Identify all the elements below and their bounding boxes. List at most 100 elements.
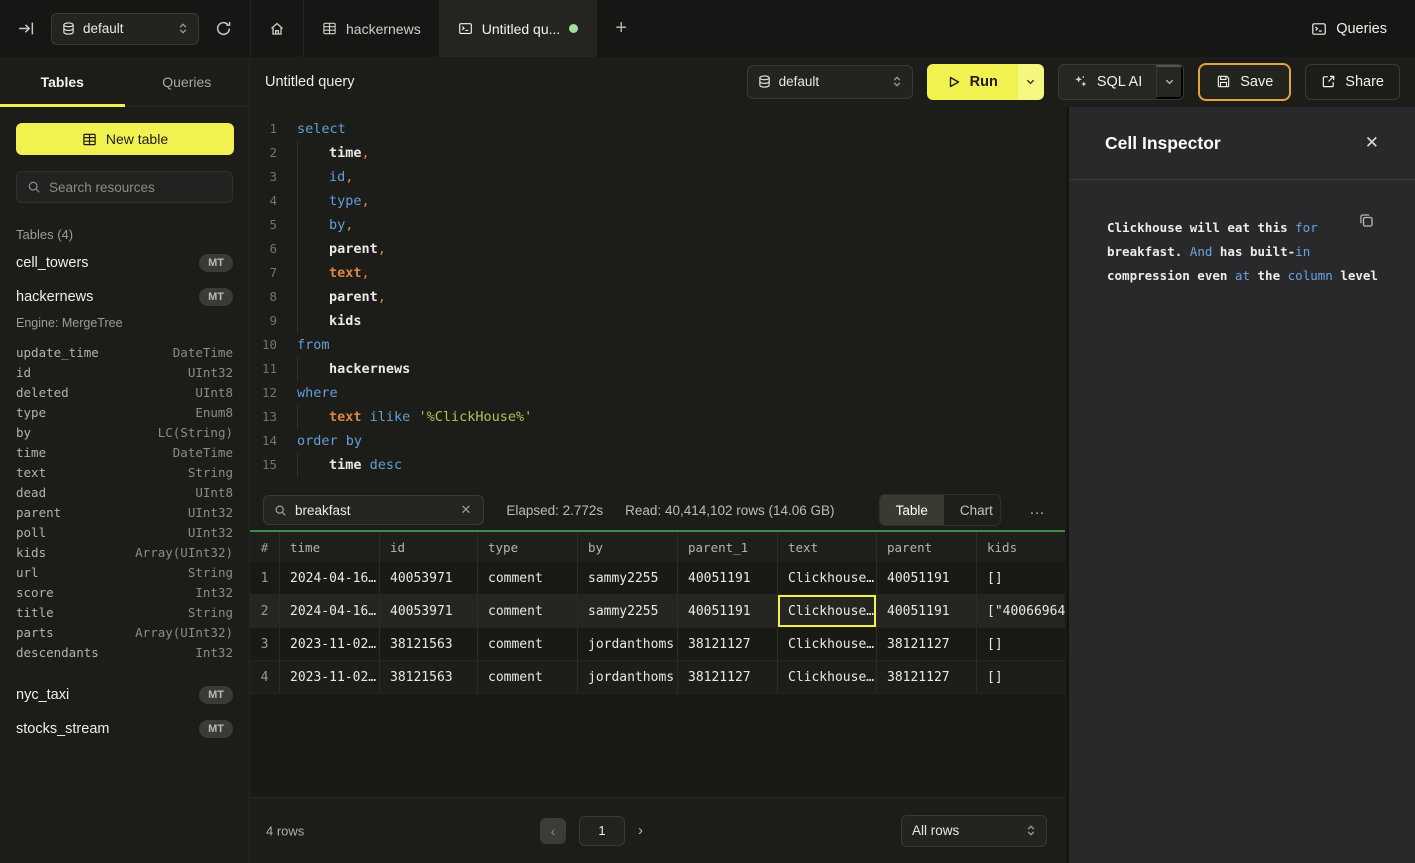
queries-label: Queries xyxy=(1336,21,1387,37)
table-cell[interactable]: 38121563 xyxy=(380,628,478,661)
table-cell[interactable]: jordanthoms xyxy=(578,628,678,661)
results-table-body: 12024-04-16…40053971commentsammy22554005… xyxy=(250,562,1065,694)
table-cell[interactable]: comment xyxy=(478,628,578,661)
topbar: default hackernews xyxy=(0,0,1415,57)
table-cell[interactable]: [] xyxy=(977,628,1065,661)
new-table-label: New table xyxy=(106,131,168,147)
share-label: Share xyxy=(1345,74,1384,90)
read-stat: Read: 40,414,102 rows (14.06 GB) xyxy=(625,503,834,518)
table-cell[interactable]: comment xyxy=(478,595,578,628)
close-icon[interactable]: ✕ xyxy=(1365,133,1379,153)
schema-column-row: urlString xyxy=(0,562,249,582)
column-header-parent[interactable]: parent xyxy=(877,532,977,562)
refresh-icon[interactable] xyxy=(211,16,236,41)
editor-line: 8parent, xyxy=(250,285,1065,309)
more-options-icon[interactable]: … xyxy=(1023,499,1052,521)
editor-line: 7text, xyxy=(250,261,1065,285)
table-name: nyc_taxi xyxy=(16,687,199,703)
table-cell[interactable]: [] xyxy=(977,661,1065,694)
new-table-button[interactable]: New table xyxy=(16,123,234,155)
sidebar-search xyxy=(16,171,233,203)
save-button[interactable]: Save xyxy=(1198,63,1291,101)
view-tab-table[interactable]: Table xyxy=(880,495,944,525)
table-cell[interactable]: 40053971 xyxy=(380,595,478,628)
sql-ai-label: SQL AI xyxy=(1097,74,1142,90)
sidebar-tab-queries[interactable]: Queries xyxy=(125,57,250,106)
share-button[interactable]: Share xyxy=(1305,64,1400,100)
column-header-type[interactable]: type xyxy=(478,532,578,562)
editor-line: 12where xyxy=(250,381,1065,405)
run-label: Run xyxy=(970,74,998,90)
table-cell[interactable]: Clickhouse… xyxy=(778,628,877,661)
results-search-input[interactable] xyxy=(295,503,450,518)
run-button[interactable]: Run xyxy=(927,64,1018,100)
table-cell[interactable]: 2023-11-02… xyxy=(280,628,380,661)
sidebar-item-nyc-taxi[interactable]: nyc_taxi MT xyxy=(0,678,249,712)
next-page-button[interactable]: › xyxy=(638,822,643,839)
table-cell[interactable]: comment xyxy=(478,562,578,595)
column-header-time[interactable]: time xyxy=(280,532,380,562)
table-cell[interactable]: 40051191 xyxy=(678,562,778,595)
unsaved-dot-icon xyxy=(569,24,578,33)
table-grid-icon xyxy=(82,132,97,147)
run-options-button[interactable] xyxy=(1018,64,1044,100)
page-size-selector[interactable]: All rows xyxy=(901,815,1047,847)
table-cell[interactable]: sammy2255 xyxy=(578,595,678,628)
table-cell[interactable]: 40051191 xyxy=(877,562,977,595)
table-cell[interactable]: 40053971 xyxy=(380,562,478,595)
table-cell[interactable]: 38121127 xyxy=(877,628,977,661)
column-header-num[interactable]: # xyxy=(250,532,280,562)
column-header-by[interactable]: by xyxy=(578,532,678,562)
sidebar-item-cell-towers[interactable]: cell_towers MT xyxy=(0,246,249,280)
table-cell[interactable]: Clickhouse… xyxy=(778,562,877,595)
new-tab-button[interactable]: + xyxy=(597,0,645,57)
table-cell[interactable]: sammy2255 xyxy=(578,562,678,595)
sidebar-item-hackernews[interactable]: hackernews MT xyxy=(0,280,249,314)
table-cell[interactable]: 2024-04-16… xyxy=(280,595,380,628)
page-number-input[interactable] xyxy=(579,816,625,846)
table-name: stocks_stream xyxy=(16,721,199,737)
clear-search-icon[interactable]: ✕ xyxy=(458,502,473,518)
table-cell[interactable]: comment xyxy=(478,661,578,694)
queries-button[interactable]: Queries xyxy=(1283,0,1415,57)
column-header-kids[interactable]: kids xyxy=(977,532,1065,562)
view-tab-chart[interactable]: Chart xyxy=(944,495,1001,525)
main-area: 1select2time,3id,4type,5by,6parent,7text… xyxy=(250,107,1065,863)
table-cell[interactable]: 38121127 xyxy=(678,661,778,694)
table-cell[interactable]: [] xyxy=(977,562,1065,595)
table-cell[interactable]: ["40066964… xyxy=(977,595,1065,628)
database-icon xyxy=(758,75,771,89)
table-row: 22024-04-16…40053971commentsammy22554005… xyxy=(250,595,1065,628)
column-header-id[interactable]: id xyxy=(380,532,478,562)
column-header-text[interactable]: text xyxy=(778,532,877,562)
table-cell[interactable]: 38121563 xyxy=(380,661,478,694)
schema-column-row: parentUInt32 xyxy=(0,502,249,522)
toolbar-database-selector[interactable]: default xyxy=(747,65,913,99)
table-cell[interactable]: 38121127 xyxy=(877,661,977,694)
table-cell[interactable]: 38121127 xyxy=(678,628,778,661)
database-selector[interactable]: default xyxy=(51,13,199,45)
tab-home[interactable] xyxy=(251,0,304,57)
tab-hackernews[interactable]: hackernews xyxy=(304,0,440,57)
chevron-updown-icon xyxy=(892,75,902,88)
table-cell[interactable]: 2023-11-02… xyxy=(280,661,380,694)
sql-editor[interactable]: 1select2time,3id,4type,5by,6parent,7text… xyxy=(250,107,1065,490)
cell-inspector-body: Clickhouse will eat this for breakfast. … xyxy=(1069,180,1415,324)
search-resources-input[interactable] xyxy=(49,180,222,195)
table-cell[interactable]: jordanthoms xyxy=(578,661,678,694)
prev-page-button[interactable]: ‹ xyxy=(540,818,566,844)
table-cell[interactable]: 2024-04-16… xyxy=(280,562,380,595)
sql-ai-options-button[interactable] xyxy=(1156,65,1183,99)
copy-icon[interactable] xyxy=(1358,212,1375,229)
tab-untitled-query[interactable]: Untitled qu... xyxy=(440,0,598,57)
sidebar-collapse-icon[interactable] xyxy=(14,16,39,41)
table-cell[interactable]: Clickhouse… xyxy=(778,661,877,694)
table-cell[interactable]: Clickhouse… xyxy=(778,595,877,628)
sidebar-item-stocks-stream[interactable]: stocks_stream MT xyxy=(0,712,249,746)
sql-ai-button[interactable]: SQL AI xyxy=(1059,65,1156,99)
sidebar-tab-tables[interactable]: Tables xyxy=(0,57,125,106)
chevron-updown-icon xyxy=(1026,824,1036,837)
table-cell[interactable]: 40051191 xyxy=(877,595,977,628)
column-header-parent_1[interactable]: parent_1 xyxy=(678,532,778,562)
table-cell[interactable]: 40051191 xyxy=(678,595,778,628)
